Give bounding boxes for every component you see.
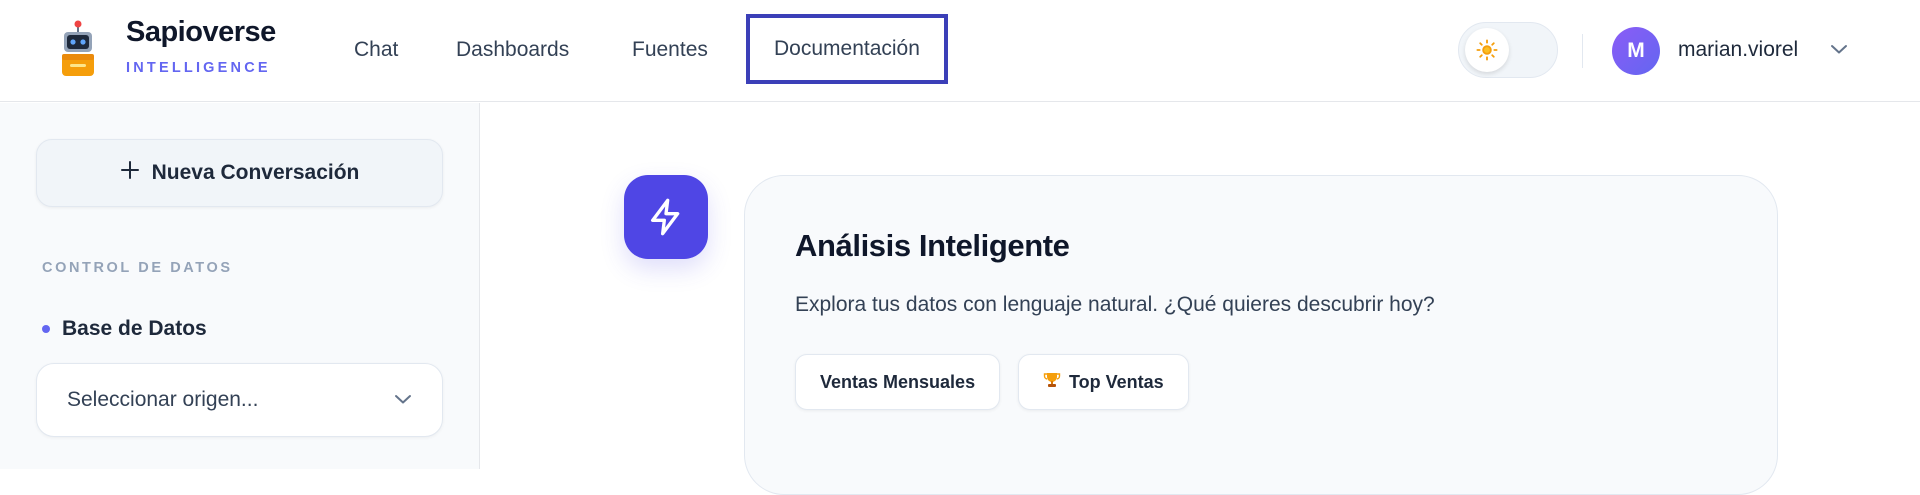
welcome-card: Análisis Inteligente Explora tus datos c… — [744, 175, 1778, 495]
status-dot — [42, 325, 50, 333]
chevron-down-icon[interactable] — [1830, 42, 1848, 60]
robot-icon — [56, 20, 100, 78]
section-title: CONTROL DE DATOS — [42, 260, 233, 276]
sun-icon — [1465, 28, 1509, 72]
card-description: Explora tus datos con lenguaje natural. … — [795, 293, 1435, 316]
nav-dashboards[interactable]: Dashboards — [456, 38, 569, 62]
brand-name: Sapioverse — [126, 16, 276, 48]
card-title: Análisis Inteligente — [795, 228, 1070, 263]
database-label-text: Base de Datos — [62, 317, 207, 340]
chip-label: Top Ventas — [1069, 371, 1164, 392]
top-header: Sapioverse INTELLIGENCE Chat Dashboards … — [0, 0, 1920, 102]
suggestion-chip-top-ventas[interactable]: Top Ventas — [1018, 354, 1189, 410]
nav-chat[interactable]: Chat — [354, 38, 398, 62]
trophy-icon — [1043, 371, 1061, 394]
brand-subtitle: INTELLIGENCE — [126, 60, 271, 76]
sidebar: Nueva Conversación CONTROL DE DATOS Base… — [0, 103, 480, 469]
source-select-value: Seleccionar origen... — [67, 388, 259, 411]
username[interactable]: marian.viorel — [1678, 38, 1798, 62]
new-conversation-label: Nueva Conversación — [151, 161, 360, 184]
bolt-icon — [624, 175, 708, 259]
source-select[interactable]: Seleccionar origen... — [36, 363, 443, 437]
chip-label: Ventas Mensuales — [820, 371, 976, 392]
chevron-down-icon — [394, 392, 412, 410]
nav-fuentes[interactable]: Fuentes — [632, 38, 708, 62]
database-label: Base de Datos — [42, 317, 207, 341]
nav-documentacion[interactable]: Documentación — [746, 14, 948, 84]
suggestion-chip-ventas-mensuales[interactable]: Ventas Mensuales — [795, 354, 1001, 410]
avatar[interactable]: M — [1612, 27, 1660, 75]
plus-icon — [120, 160, 140, 186]
header-divider — [1582, 34, 1583, 68]
main-content: Análisis Inteligente Explora tus datos c… — [481, 103, 1920, 495]
theme-toggle[interactable] — [1458, 22, 1558, 78]
brand[interactable]: Sapioverse INTELLIGENCE — [126, 14, 276, 76]
new-conversation-button[interactable]: Nueva Conversación — [36, 139, 443, 207]
